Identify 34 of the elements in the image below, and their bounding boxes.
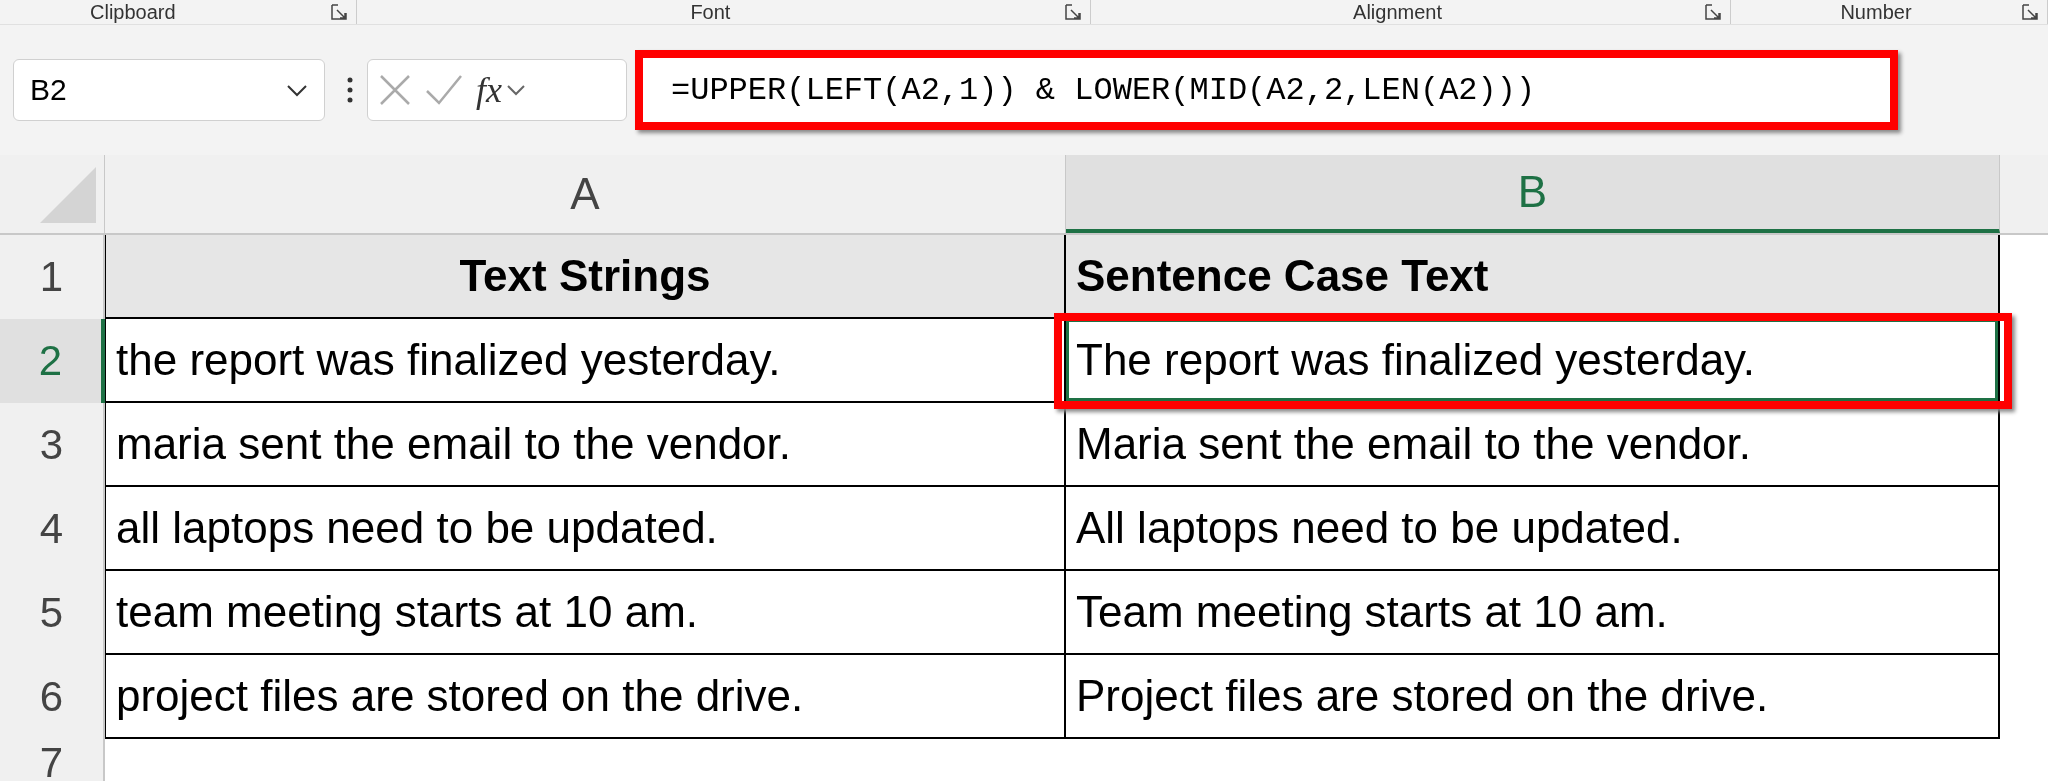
ribbon-group-label: Font: [689, 0, 732, 24]
caret-icon[interactable]: [506, 84, 526, 96]
table-cell: the report was finalized yesterday.: [105, 319, 1066, 403]
table-cell: Project files are stored on the drive.: [1066, 655, 2000, 739]
row-header[interactable]: 1: [0, 235, 105, 319]
dialog-launcher-icon[interactable]: [2021, 3, 2039, 21]
ribbon-group-label: Clipboard: [89, 0, 177, 24]
dialog-launcher-icon[interactable]: [329, 3, 348, 21]
ribbon-group-label: Alignment: [1352, 0, 1443, 24]
name-box[interactable]: B2: [13, 59, 325, 121]
table-cell: team meeting starts at 10 am.: [105, 571, 1066, 655]
row-header[interactable]: 3: [0, 403, 105, 487]
more-options-icon[interactable]: [347, 77, 353, 103]
dialog-launcher-icon[interactable]: [1064, 3, 1083, 21]
row-header[interactable]: 6: [0, 655, 105, 739]
insert-function-button[interactable]: fx: [476, 69, 502, 111]
formula-field[interactable]: =UPPER(LEFT(A2,1)) & LOWER(MID(A2,2,LEN(A2))): [635, 50, 1898, 130]
caret-icon: [286, 83, 308, 97]
row-header[interactable]: 4: [0, 487, 105, 571]
check-icon[interactable]: [424, 73, 464, 107]
table-cell: project files are stored on the drive.: [105, 655, 1066, 739]
table-cell: The report was finalized yesterday.: [1066, 319, 2000, 403]
table-cell: Team meeting starts at 10 am.: [1066, 571, 2000, 655]
ribbon-group-label: Number: [1839, 0, 1913, 24]
table-cell: Maria sent the email to the vendor.: [1066, 403, 2000, 487]
table-cell: Text Strings: [105, 235, 1066, 319]
dialog-launcher-icon[interactable]: [1704, 3, 1722, 21]
table-cell: All laptops need to be updated.: [1066, 487, 2000, 571]
row-header[interactable]: 7: [0, 739, 105, 781]
column-header[interactable]: B: [1066, 155, 2000, 233]
table-cell: maria sent the email to the vendor.: [105, 403, 1066, 487]
row-header[interactable]: 5: [0, 571, 105, 655]
table-cell: all laptops need to be updated.: [105, 487, 1066, 571]
row-header[interactable]: 2: [0, 319, 105, 403]
